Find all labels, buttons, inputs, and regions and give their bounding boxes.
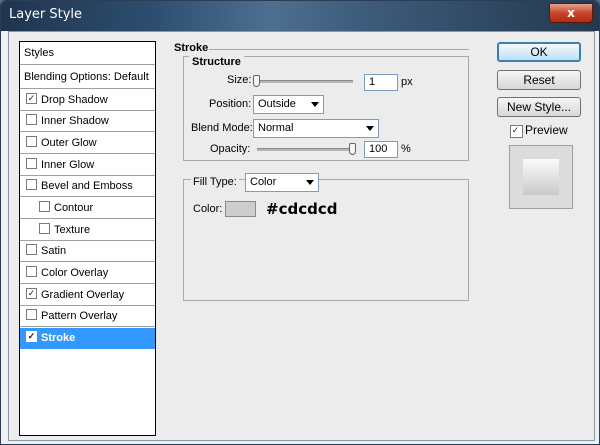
preview-swatch — [523, 159, 559, 195]
checkbox-pattern-overlay[interactable] — [26, 309, 37, 320]
size-input[interactable]: 1 — [364, 74, 398, 91]
window-title: Layer Style — [9, 7, 83, 22]
style-item-color-overlay[interactable]: Color Overlay — [20, 263, 155, 284]
opacity-slider-thumb[interactable] — [349, 143, 356, 155]
styles-header[interactable]: Styles — [20, 42, 155, 65]
size-slider-track[interactable] — [255, 80, 353, 83]
checkbox-outer-glow[interactable] — [26, 136, 37, 147]
stroke-title: Stroke — [174, 42, 209, 54]
dialog-body: Styles Blending Options: Default Drop Sh… — [8, 31, 595, 441]
fill-type-select[interactable]: Color — [245, 173, 319, 192]
style-item-satin[interactable]: Satin — [20, 241, 155, 262]
new-style-button[interactable]: New Style... — [497, 97, 581, 117]
stroke-title-rule — [209, 49, 469, 50]
fill-type-group — [183, 179, 469, 301]
checkbox-inner-glow[interactable] — [26, 158, 37, 169]
opacity-slider-track[interactable] — [257, 148, 355, 151]
checkbox-stroke[interactable] — [26, 331, 37, 342]
title-bar[interactable]: Layer Style x — [1, 1, 599, 31]
opacity-input[interactable]: 100 — [364, 141, 398, 158]
checkbox-texture[interactable] — [39, 223, 50, 234]
opacity-label: Opacity: — [210, 143, 251, 155]
style-item-inner-shadow[interactable]: Inner Shadow — [20, 111, 155, 132]
size-label: Size: — [227, 74, 252, 86]
style-item-contour[interactable]: Contour — [20, 198, 155, 219]
style-item-bevel-emboss[interactable]: Bevel and Emboss — [20, 176, 155, 197]
chevron-down-icon — [311, 102, 319, 107]
style-item-drop-shadow[interactable]: Drop Shadow — [20, 90, 155, 111]
position-label: Position: — [209, 98, 252, 110]
style-item-texture[interactable]: Texture — [20, 220, 155, 241]
checkbox-color-overlay[interactable] — [26, 266, 37, 277]
style-item-inner-glow[interactable]: Inner Glow — [20, 155, 155, 176]
color-hex-text: #cdcdcd — [266, 200, 338, 218]
checkbox-contour[interactable] — [39, 201, 50, 212]
checkbox-gradient-overlay[interactable] — [26, 288, 37, 299]
size-slider-thumb[interactable] — [253, 75, 260, 87]
preview-label: Preview — [525, 123, 568, 137]
checkbox-drop-shadow[interactable] — [26, 93, 37, 104]
blend-mode-label: Blend Mode: — [191, 122, 253, 134]
color-label: Color: — [193, 203, 223, 215]
style-item-pattern-overlay[interactable]: Pattern Overlay — [20, 306, 155, 327]
blend-mode-select[interactable]: Normal — [253, 119, 379, 138]
fill-type-label: Fill Type: — [191, 176, 239, 188]
preview-checkbox[interactable] — [510, 125, 523, 138]
checkbox-inner-shadow[interactable] — [26, 114, 37, 125]
color-swatch[interactable] — [225, 201, 256, 217]
layer-style-dialog: Layer Style x Styles Blending Options: D… — [0, 0, 600, 445]
styles-list: Styles Blending Options: Default Drop Sh… — [19, 41, 156, 436]
reset-button[interactable]: Reset — [497, 70, 581, 90]
checkbox-satin[interactable] — [26, 244, 37, 255]
checkbox-bevel-emboss[interactable] — [26, 179, 37, 190]
style-preview-thumbnail — [509, 145, 573, 209]
style-item-gradient-overlay[interactable]: Gradient Overlay — [20, 285, 155, 306]
structure-title: Structure — [189, 56, 244, 68]
style-item-stroke[interactable]: Stroke — [20, 328, 155, 349]
close-button[interactable]: x — [549, 3, 593, 23]
opacity-unit: % — [401, 143, 411, 155]
blending-options-item[interactable]: Blending Options: Default — [20, 67, 155, 89]
chevron-down-icon — [306, 180, 314, 185]
style-item-outer-glow[interactable]: Outer Glow — [20, 133, 155, 154]
chevron-down-icon — [366, 126, 374, 131]
ok-button[interactable]: OK — [497, 42, 581, 62]
position-select[interactable]: Outside — [253, 95, 324, 114]
size-unit: px — [401, 76, 413, 88]
